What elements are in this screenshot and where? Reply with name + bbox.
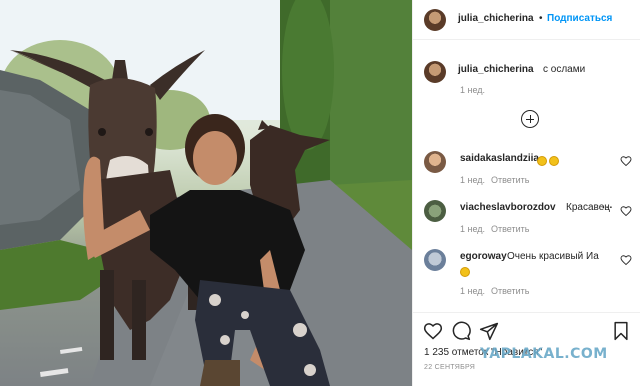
caption-author-username[interactable]: julia_chicherina <box>458 64 534 75</box>
site-watermark: YAPLAKAL.COM <box>480 346 608 362</box>
comment-text: Очень красивый Иа <box>507 251 599 262</box>
comment-author[interactable]: viacheslavborozdov <box>460 202 556 213</box>
comment-avatar[interactable] <box>424 249 446 271</box>
caption-age[interactable]: 1 нед. <box>460 85 485 95</box>
post-side-panel: julia_chicherina • Подписаться julia_chi… <box>412 0 640 386</box>
grinning-emoji-icon <box>460 267 470 277</box>
separator-dot: • <box>539 13 543 24</box>
caption-text: с ослами <box>543 64 586 75</box>
comment-emoji-group <box>458 263 470 281</box>
author-avatar[interactable] <box>424 9 446 31</box>
load-more-comments-plus-circle-icon[interactable] <box>521 110 539 128</box>
post-header: julia_chicherina • Подписаться <box>413 0 640 40</box>
reply-button[interactable]: Ответить <box>491 286 529 296</box>
follow-button[interactable]: Подписаться <box>547 13 612 24</box>
save-bookmark-icon[interactable] <box>611 321 631 341</box>
post-photo[interactable] <box>0 0 412 386</box>
reply-button[interactable]: Ответить <box>491 175 529 185</box>
comment-emoji-group <box>535 152 559 170</box>
author-username[interactable]: julia_chicherina <box>458 13 534 24</box>
comment-age[interactable]: 1 нед. <box>460 175 485 185</box>
comment-avatar[interactable] <box>424 151 446 173</box>
comment-avatar[interactable] <box>424 200 446 222</box>
photo-illustration <box>0 0 412 386</box>
smiling-emoji-icon <box>549 156 559 166</box>
share-paper-plane-icon[interactable] <box>479 321 499 341</box>
post-date[interactable]: 22 СЕНТЯБРЯ <box>424 364 475 371</box>
comment-like-heart-icon[interactable] <box>620 205 632 217</box>
caption-author-avatar[interactable] <box>424 61 446 83</box>
comment-more-button[interactable]: ... <box>602 200 613 211</box>
reply-button[interactable]: Ответить <box>491 224 529 234</box>
comment-like-heart-icon[interactable] <box>620 155 632 167</box>
comment-author[interactable]: egoroway <box>460 251 507 262</box>
comment-author[interactable]: saidakaslandziia <box>460 153 539 164</box>
comment-age[interactable]: 1 нед. <box>460 286 485 296</box>
comment-icon[interactable] <box>451 321 471 341</box>
clapping-emoji-icon <box>537 156 547 166</box>
comment-like-heart-icon[interactable] <box>620 254 632 266</box>
like-heart-icon[interactable] <box>423 321 443 341</box>
comment-age[interactable]: 1 нед. <box>460 224 485 234</box>
